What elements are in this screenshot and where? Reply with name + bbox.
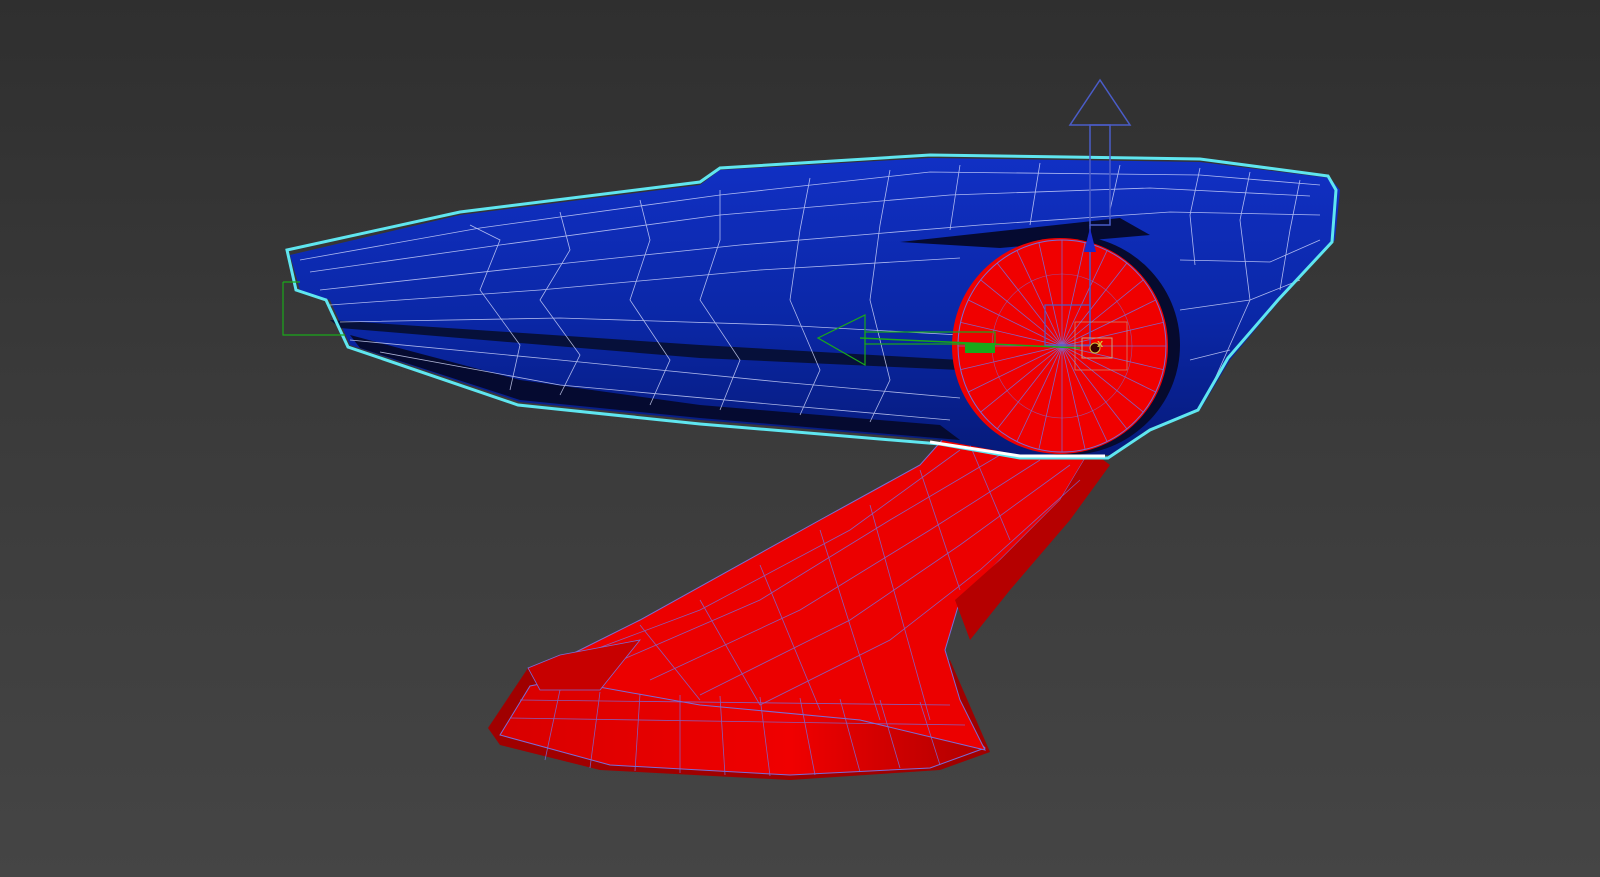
pivot-axis-label: x	[1097, 338, 1104, 350]
scene-canvas[interactable]: x	[0, 0, 1600, 877]
mirror-housing[interactable]	[290, 158, 1340, 455]
3d-viewport[interactable]: x	[0, 0, 1600, 877]
mirror-stand[interactable]	[488, 419, 1110, 780]
